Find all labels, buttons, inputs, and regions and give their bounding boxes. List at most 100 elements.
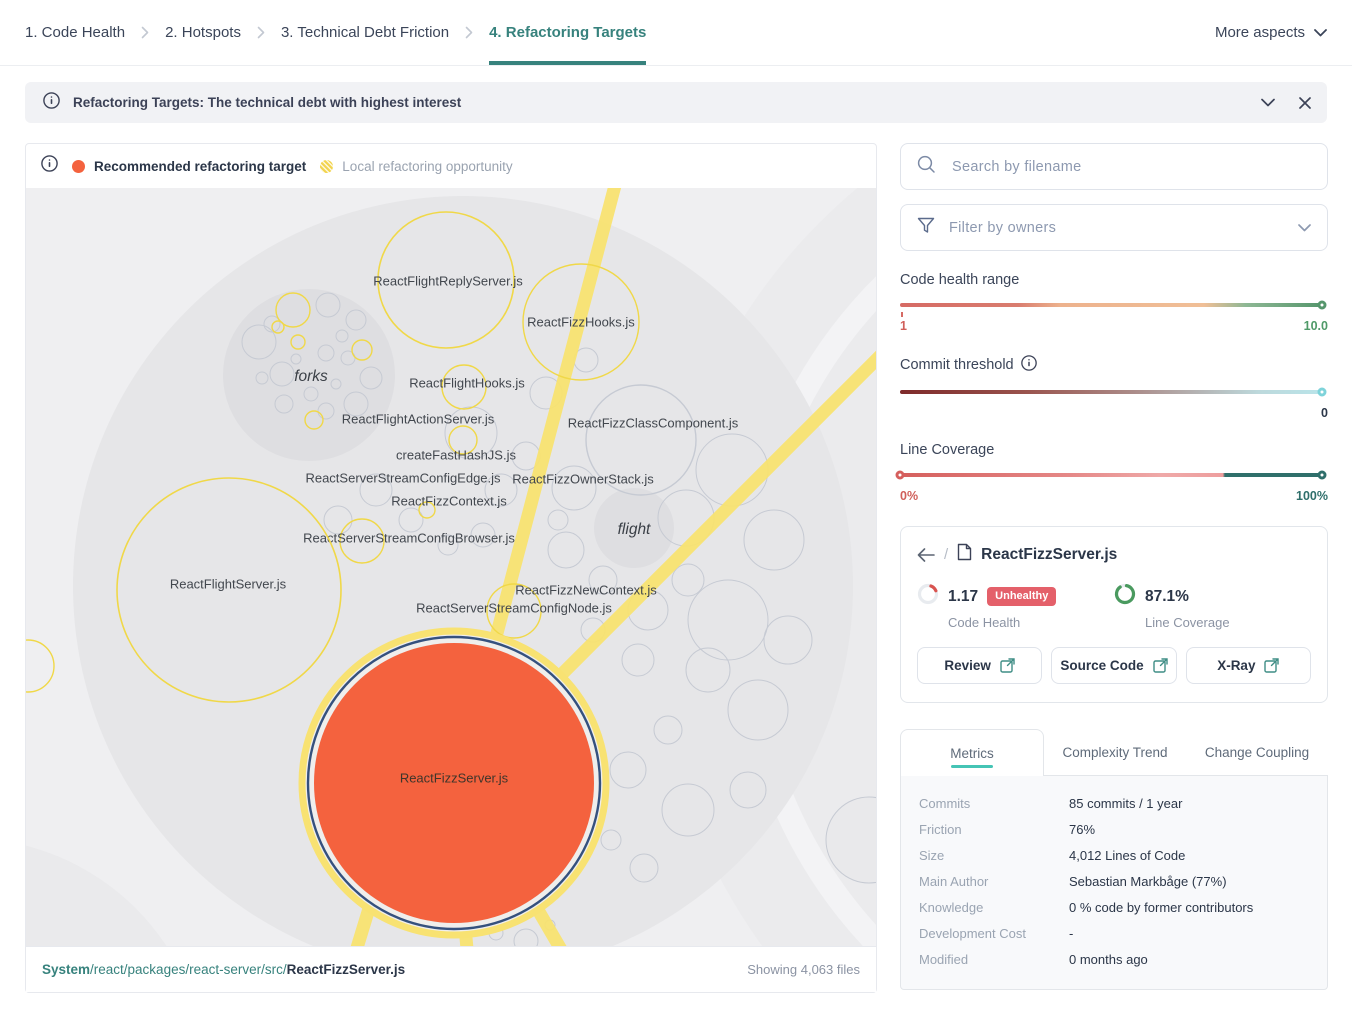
commit-threshold-label: Commit threshold xyxy=(900,357,1014,373)
metric-value: 85 commits / 1 year xyxy=(1069,797,1182,811)
back-arrow-icon[interactable] xyxy=(917,548,935,562)
chevron-down-icon xyxy=(1298,219,1311,237)
file-detail-tabs-block: Metrics Complexity Trend Change Coupling… xyxy=(900,729,1328,990)
chart-legend: Recommended refactoring target Local ref… xyxy=(26,144,876,188)
collapse-banner-icon[interactable] xyxy=(1261,98,1275,107)
code-health-slider-handle[interactable] xyxy=(1318,301,1327,310)
file-label: ReactFlightActionServer.js xyxy=(342,412,495,427)
chart-footer: System/react/packages/react-server/src/R… xyxy=(26,946,876,992)
chevron-down-icon xyxy=(1314,24,1327,41)
refactoring-map-card: Recommended refactoring target Local ref… xyxy=(25,143,877,993)
file-label: ReactFizzContext.js xyxy=(391,494,507,509)
files-count: Showing 4,063 files xyxy=(747,962,860,977)
line-coverage-slider-track[interactable] xyxy=(900,473,1322,477)
file-label: ReactServerStreamConfigEdge.js xyxy=(305,471,501,486)
path-filename: ReactFizzServer.js xyxy=(287,962,406,977)
file-detail-card: / ReactFizzServer.js 1.17 Unhealthy Code… xyxy=(900,526,1328,703)
metric-row-commits: Commits85 commits / 1 year xyxy=(919,791,1309,817)
path-system[interactable]: System xyxy=(42,962,90,977)
breadcrumb-item-4[interactable]: 4. Refactoring Targets xyxy=(489,0,646,65)
metric-row-main-author: Main AuthorSebastian Markbåge (77%) xyxy=(919,869,1309,895)
line-coverage-filter: Line Coverage 0% 100% xyxy=(900,442,1328,504)
search-input[interactable] xyxy=(950,158,1311,176)
line-coverage-min-handle[interactable] xyxy=(896,471,905,480)
metric-label: Commits xyxy=(919,797,1069,811)
file-label: ReactServerStreamConfigBrowser.js xyxy=(303,531,515,546)
line-coverage-caption: Line Coverage xyxy=(1145,615,1311,630)
tab-metrics-label: Metrics xyxy=(950,746,994,761)
file-label: ReactFizzClassComponent.js xyxy=(568,416,739,431)
metric-label: Size xyxy=(919,849,1069,863)
metrics-panel: Commits85 commits / 1 yearFriction76%Siz… xyxy=(900,775,1328,990)
breadcrumb: 1. Code Health 2. Hotspots 3. Technical De… xyxy=(25,0,646,65)
line-coverage-min-value: 0% xyxy=(900,489,918,504)
xray-button-label: X-Ray xyxy=(1217,658,1255,673)
bubble-chart-canvas[interactable]: ReactFlightReplyServer.jsReactFizzHooks.… xyxy=(26,188,876,946)
commit-threshold-filter: Commit threshold 0 xyxy=(900,355,1328,421)
owner-filter-select[interactable]: Filter by owners xyxy=(900,204,1328,251)
breadcrumb-item-3[interactable]: 3. Technical Debt Friction xyxy=(281,0,449,65)
xray-button[interactable]: X-Ray xyxy=(1186,647,1311,684)
file-label: ReactServerStreamConfigNode.js xyxy=(416,601,612,616)
cluster-label-forks: forks xyxy=(294,368,328,385)
owner-filter-label: Filter by owners xyxy=(949,220,1284,236)
cluster-label-flight: flight xyxy=(618,521,651,538)
recommended-target-dot-icon xyxy=(72,160,85,173)
commit-threshold-slider-track[interactable] xyxy=(900,390,1322,394)
path-directories[interactable]: /react/packages/react-server/src/ xyxy=(90,962,287,977)
search-icon xyxy=(917,155,936,179)
unhealthy-badge: Unhealthy xyxy=(987,587,1056,606)
legend-local-opportunity: Local refactoring opportunity xyxy=(320,159,512,174)
metric-label: Main Author xyxy=(919,875,1069,889)
tab-complexity-trend-label: Complexity Trend xyxy=(1062,745,1167,760)
legend-info-icon[interactable] xyxy=(41,155,58,177)
code-health-caption: Code Health xyxy=(948,615,1114,630)
local-opportunity-dot-icon xyxy=(320,160,333,173)
line-coverage-gauge-icon xyxy=(1114,583,1136,610)
code-health-min-value: 1 xyxy=(900,319,907,334)
breadcrumb-item-2[interactable]: 2. Hotspots xyxy=(165,0,241,65)
legend-local-label: Local refactoring opportunity xyxy=(342,159,512,174)
code-health-stat: 1.17 Unhealthy Code Health xyxy=(917,583,1114,630)
tab-change-coupling[interactable]: Change Coupling xyxy=(1186,729,1328,776)
metric-row-development-cost: Development Cost- xyxy=(919,921,1309,947)
file-label: ReactFizzOwnerStack.js xyxy=(512,472,654,487)
slider-min-tick xyxy=(901,312,903,317)
code-health-value: 1.17 xyxy=(948,588,978,606)
chevron-right-icon xyxy=(257,26,265,39)
metric-row-knowledge: Knowledge0 % code by former contributors xyxy=(919,895,1309,921)
commit-threshold-slider-handle[interactable] xyxy=(1318,388,1327,397)
line-coverage-max-handle[interactable] xyxy=(1318,471,1327,480)
code-health-gauge-icon xyxy=(917,583,939,610)
code-health-slider-track[interactable] xyxy=(900,303,1322,307)
tab-metrics[interactable]: Metrics xyxy=(900,729,1044,776)
review-button[interactable]: Review xyxy=(917,647,1042,684)
metric-value: 0 % code by former contributors xyxy=(1069,901,1253,915)
metric-row-modified: Modified0 months ago xyxy=(919,947,1309,973)
breadcrumb-item-1[interactable]: 1. Code Health xyxy=(25,0,125,65)
file-label: ReactFizzNewContext.js xyxy=(515,583,657,598)
file-label: ReactFizzServer.js xyxy=(400,771,509,786)
metric-value: 4,012 Lines of Code xyxy=(1069,849,1185,863)
file-label: createFastHashJS.js xyxy=(396,448,516,463)
commit-threshold-info-icon[interactable] xyxy=(1021,355,1037,375)
metric-value: 76% xyxy=(1069,823,1095,837)
path-separator: / xyxy=(944,546,948,563)
source-code-button[interactable]: Source Code xyxy=(1051,647,1176,684)
tab-complexity-trend[interactable]: Complexity Trend xyxy=(1044,729,1186,776)
metric-value: - xyxy=(1069,927,1073,941)
refactoring-bubble-chart-svg: ReactFlightReplyServer.jsReactFizzHooks.… xyxy=(26,188,876,946)
metric-label: Knowledge xyxy=(919,901,1069,915)
legend-target-label: Recommended refactoring target xyxy=(94,159,306,174)
file-label: ReactFlightHooks.js xyxy=(409,376,525,391)
code-health-max-value: 10.0 xyxy=(1304,319,1328,334)
close-banner-icon[interactable] xyxy=(1299,97,1311,109)
info-icon xyxy=(43,92,60,114)
commit-threshold-value: 0 xyxy=(1321,406,1328,421)
more-aspects-button[interactable]: More aspects xyxy=(1215,24,1327,41)
line-coverage-value: 87.1% xyxy=(1145,588,1189,606)
filter-funnel-icon xyxy=(917,217,935,239)
search-box xyxy=(900,143,1328,190)
line-coverage-label: Line Coverage xyxy=(900,442,1328,458)
banner-title: Refactoring Targets: The technical debt … xyxy=(73,95,461,110)
